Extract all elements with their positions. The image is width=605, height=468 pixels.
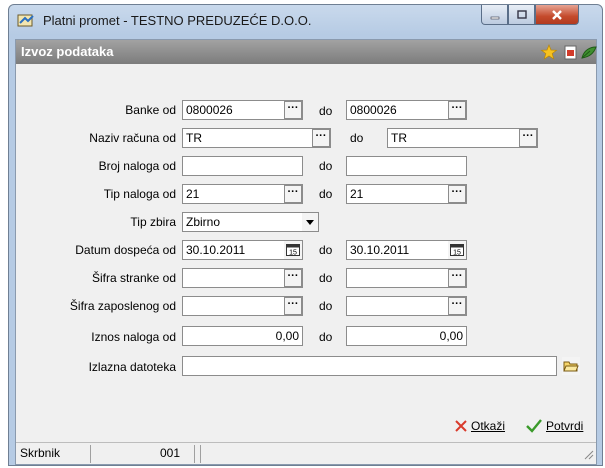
- chevron-down-icon[interactable]: [302, 213, 318, 231]
- status-divider: [200, 445, 201, 463]
- calendar-icon[interactable]: 15: [284, 241, 302, 259]
- naziv-racuna-from-lookup-button[interactable]: ···: [312, 129, 330, 147]
- naziv-racuna-to-lookup-button[interactable]: ···: [519, 129, 537, 147]
- section-header: Izvoz podataka: [16, 40, 598, 64]
- label-sifra-stranke: Šifra stranke od: [91, 271, 176, 285]
- minimize-button[interactable]: [481, 5, 508, 25]
- do-label: do: [319, 187, 333, 201]
- resize-grip-icon[interactable]: [582, 448, 594, 463]
- tip-naloga-to-lookup-button[interactable]: ···: [448, 185, 466, 203]
- label-sifra-zaposlenog: Šifra zaposlenog od: [69, 299, 176, 313]
- sifra-zaposlenog-to-lookup-button[interactable]: ···: [448, 297, 466, 315]
- maximize-button[interactable]: [508, 5, 535, 25]
- label-datum-dospeca: Datum dospeća od: [75, 243, 176, 257]
- label-tip-naloga: Tip naloga od: [103, 187, 176, 201]
- iznos-naloga-to-field[interactable]: 0,00: [346, 326, 467, 346]
- banke-from-lookup-button[interactable]: ···: [284, 101, 302, 119]
- sifra-stranke-from-lookup-button[interactable]: ···: [284, 269, 302, 287]
- window-title: Platni promet - TESTNO PREDUZEĆE D.O.O.: [43, 13, 312, 28]
- folder-open-icon[interactable]: [562, 357, 580, 375]
- status-divider: [90, 445, 91, 463]
- broj-naloga-from-field[interactable]: [182, 156, 303, 176]
- cancel-button[interactable]: Otkaži: [454, 419, 505, 433]
- tip-naloga-from-lookup-button[interactable]: ···: [284, 185, 302, 203]
- tip-zbira-select[interactable]: Zbirno: [182, 212, 319, 232]
- do-label: do: [319, 299, 333, 313]
- banke-to-lookup-button[interactable]: ···: [448, 101, 466, 119]
- label-broj-naloga: Broj naloga od: [98, 159, 176, 173]
- export-icon[interactable]: [562, 44, 580, 60]
- sifra-stranke-to-lookup-button[interactable]: ···: [448, 269, 466, 287]
- star-icon[interactable]: [540, 44, 558, 60]
- dialog-content: Izvoz podataka Banke od 0800026 ··· do 0…: [15, 39, 597, 465]
- status-bar: Skrbnik 001: [16, 442, 596, 464]
- do-label: do: [350, 131, 364, 145]
- do-label: do: [319, 330, 333, 344]
- naziv-racuna-to-field[interactable]: TR: [387, 128, 538, 148]
- label-izlazna-datoteka: Izlazna datoteka: [88, 360, 176, 374]
- cancel-label: Otkaži: [471, 419, 506, 433]
- broj-naloga-to-field[interactable]: [346, 156, 467, 176]
- calendar-icon[interactable]: 15: [448, 241, 466, 259]
- label-tip-zbira: Tip zbira: [130, 215, 176, 229]
- do-label: do: [319, 159, 333, 173]
- svg-text:15: 15: [453, 250, 461, 257]
- status-divider: [194, 445, 195, 463]
- close-button[interactable]: [535, 5, 579, 25]
- plant-icon[interactable]: [580, 44, 598, 60]
- label-banke: Banke od: [125, 103, 176, 117]
- sifra-zaposlenog-from-lookup-button[interactable]: ···: [284, 297, 302, 315]
- section-title: Izvoz podataka: [21, 44, 114, 59]
- label-naziv-racuna: Naziv računa od: [89, 131, 176, 145]
- status-user: Skrbnik: [20, 446, 61, 460]
- izlazna-datoteka-field[interactable]: [182, 356, 557, 376]
- checkmark-icon: [526, 419, 542, 433]
- iznos-naloga-from-field[interactable]: 0,00: [182, 326, 303, 346]
- app-window: Platni promet - TESTNO PREDUZEĆE D.O.O. …: [8, 4, 603, 466]
- do-label: do: [319, 104, 333, 118]
- app-icon: [17, 12, 35, 28]
- title-bar[interactable]: Platni promet - TESTNO PREDUZEĆE D.O.O.: [9, 5, 602, 37]
- status-code: 001: [160, 446, 181, 460]
- label-iznos-naloga: Iznos naloga od: [91, 330, 176, 344]
- cancel-x-icon: [455, 420, 467, 432]
- do-label: do: [319, 243, 333, 257]
- do-label: do: [319, 271, 333, 285]
- confirm-label: Potvrdi: [546, 419, 584, 433]
- confirm-button[interactable]: Potvrdi: [526, 419, 583, 433]
- svg-text:15: 15: [289, 250, 297, 257]
- naziv-racuna-from-field[interactable]: TR: [182, 128, 331, 148]
